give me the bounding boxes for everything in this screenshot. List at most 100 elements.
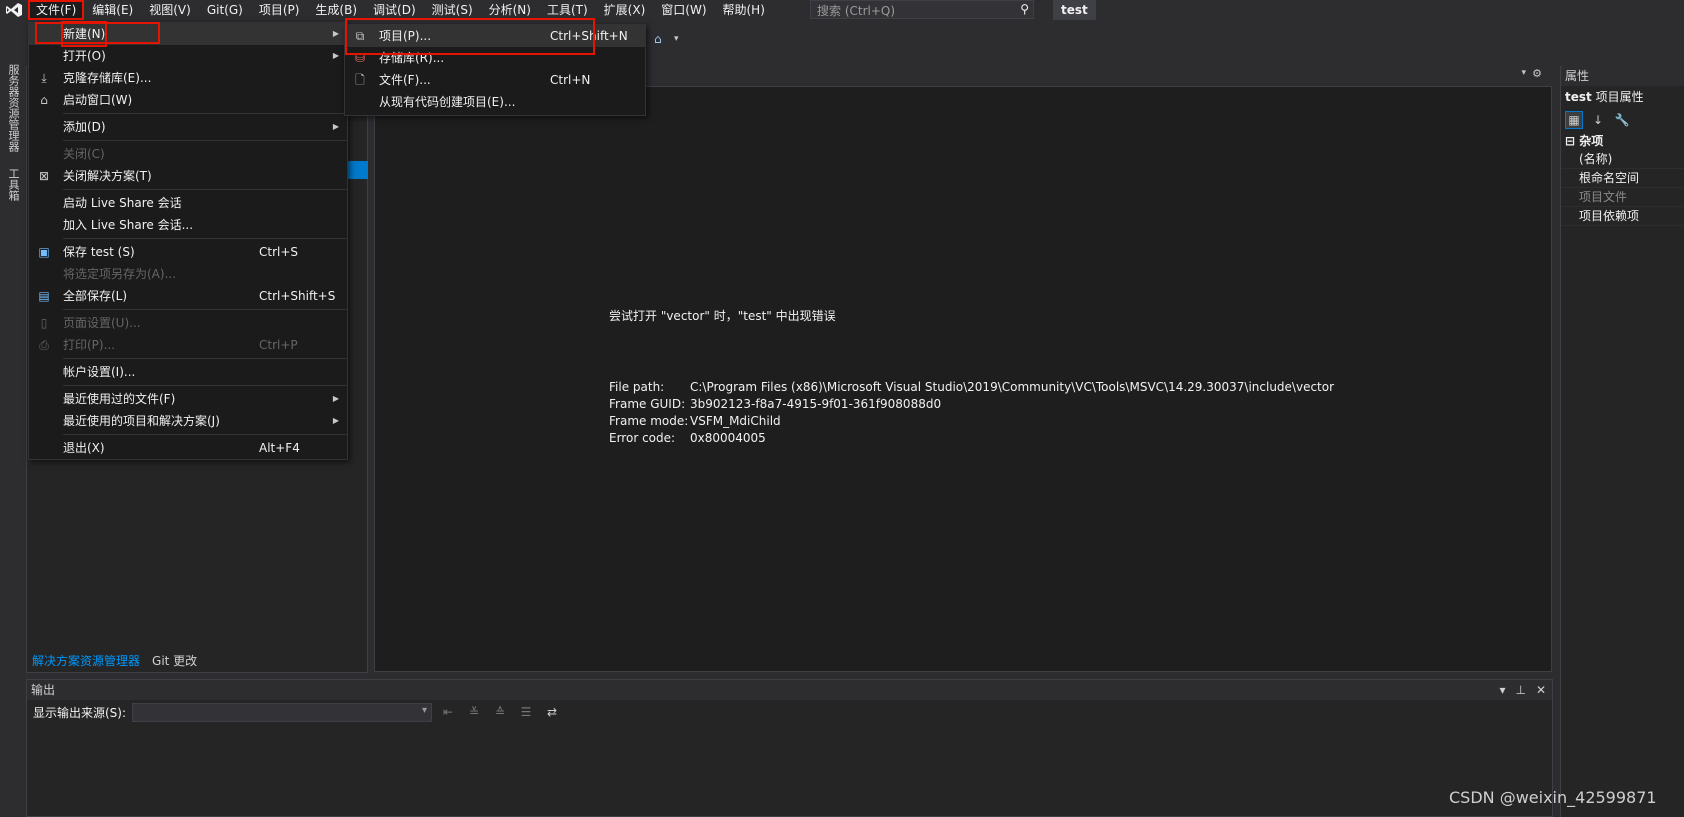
save-icon: ▣	[38, 245, 50, 259]
output-title: 输出	[31, 683, 56, 697]
pin-icon[interactable]: ⊥	[1515, 680, 1525, 700]
menu-build[interactable]: 生成(B)	[307, 0, 365, 20]
menu-item-close[interactable]: 关闭(C)	[29, 143, 347, 165]
go-previous-icon[interactable]: ≚	[464, 703, 484, 721]
new-file-icon: 🗋	[355, 73, 365, 87]
menu-item-page-setup[interactable]: ▯ 页面设置(U)...	[29, 312, 347, 334]
visual-studio-logo-icon[interactable]	[0, 0, 28, 20]
dropdown-icon[interactable]: ▾	[1499, 680, 1505, 700]
tab-solution-explorer[interactable]: 解决方案资源管理器	[26, 650, 146, 670]
menu-item-shortcut: Ctrl+Shift+S	[259, 289, 336, 303]
file-path-label: File path:	[609, 380, 665, 394]
menu-separator	[63, 358, 347, 359]
go-next-icon[interactable]: ≙	[490, 703, 510, 721]
save-all-icon: ▤	[38, 289, 50, 303]
menu-item-start-live-share[interactable]: 启动 Live Share 会话	[29, 192, 347, 214]
menu-view[interactable]: 视图(V)	[141, 0, 199, 20]
menu-separator	[63, 385, 347, 386]
toolbox-tab[interactable]: 工具箱	[5, 168, 21, 201]
menu-items: 文件(F) 编辑(E) 视图(V) Git(G) 项目(P) 生成(B) 调试(…	[28, 0, 773, 20]
menu-window[interactable]: 窗口(W)	[653, 0, 714, 20]
categorized-icon[interactable]: ▦	[1565, 111, 1583, 129]
menu-item-save-as[interactable]: 将选定项另存为(A)...	[29, 263, 347, 285]
search-icon[interactable]: ⚲	[1020, 2, 1029, 16]
menu-item-label: 全部保存(L)	[63, 289, 128, 303]
menu-item-clone-repo[interactable]: ⤓ 克隆存储库(E)...	[29, 67, 347, 89]
menu-item-label: 添加(D)	[63, 120, 106, 134]
menu-item-recent-files[interactable]: 最近使用过的文件(F) ▶	[29, 388, 347, 410]
menu-git[interactable]: Git(G)	[199, 0, 251, 20]
menu-item-new-file[interactable]: 🗋 文件(F)... Ctrl+N	[345, 69, 645, 91]
menu-item-save[interactable]: ▣ 保存 test (S) Ctrl+S	[29, 241, 347, 263]
menu-item-open[interactable]: 打开(O) ▶	[29, 45, 347, 67]
menu-item-label: 从现有代码创建项目(E)...	[379, 95, 516, 109]
error-row-frame-mode: Frame mode: VSFM_MdiChild	[609, 413, 1334, 430]
menu-item-recent-projects[interactable]: 最近使用的项目和解决方案(J) ▶	[29, 410, 347, 432]
menu-analyze[interactable]: 分析(N)	[481, 0, 539, 20]
highlight-box-new-project	[345, 18, 595, 55]
menu-separator	[63, 140, 347, 141]
solution-selected-row[interactable]	[348, 161, 368, 179]
menu-item-label: 克隆存储库(E)...	[63, 71, 152, 85]
menu-item-join-live-share[interactable]: 加入 Live Share 会话...	[29, 214, 347, 236]
left-tool-strip: 服务器资源管理器 工具箱	[0, 56, 24, 817]
property-row[interactable]: 项目依赖项	[1561, 207, 1684, 226]
menu-item-print[interactable]: ⎙ 打印(P)... Ctrl+P	[29, 334, 347, 356]
menu-tools[interactable]: 工具(T)	[539, 0, 596, 20]
menu-item-label: 关闭解决方案(T)	[63, 169, 152, 183]
tab-git-changes[interactable]: Git 更改	[146, 650, 203, 670]
find-message-icon[interactable]: ⇤	[438, 703, 458, 721]
clone-icon: ⤓	[41, 71, 47, 85]
menu-item-add[interactable]: 添加(D) ▶	[29, 116, 347, 138]
property-row[interactable]: (名称)	[1561, 150, 1684, 169]
error-row-file-path: File path: C:\Program Files (x86)\Micros…	[609, 379, 1334, 396]
chevron-down-icon: ▾	[422, 704, 428, 716]
property-pages-icon[interactable]: 🔧	[1613, 111, 1631, 129]
menu-item-label: 文件(F)...	[379, 73, 431, 87]
highlight-box-new	[35, 22, 160, 44]
frame-guid-value: 3b902123-f8a7-4915-9f01-361f908088d0	[690, 397, 942, 411]
menu-test[interactable]: 测试(S)	[424, 0, 481, 20]
menu-item-label: 关闭(C)	[63, 147, 105, 161]
submenu-arrow-icon: ▶	[332, 394, 339, 403]
menu-debug[interactable]: 调试(D)	[365, 0, 424, 20]
menu-item-save-all[interactable]: ▤ 全部保存(L) Ctrl+Shift+S	[29, 285, 347, 307]
menu-item-close-solution[interactable]: ⊠ 关闭解决方案(T)	[29, 165, 347, 187]
properties-title: test 项目属性	[1561, 86, 1684, 108]
alphabetical-icon[interactable]: ↓	[1589, 111, 1607, 129]
error-row-frame-guid: Frame GUID: 3b902123-f8a7-4915-9f01-361f…	[609, 396, 1334, 413]
menu-extensions[interactable]: 扩展(X)	[596, 0, 654, 20]
word-wrap-icon[interactable]: ⇄	[542, 703, 562, 721]
menu-item-label: 启动窗口(W)	[63, 93, 133, 107]
menu-edit[interactable]: 编辑(E)	[84, 0, 141, 20]
error-row-error-code: Error code: 0x80004005	[609, 430, 1334, 447]
menu-separator	[63, 238, 347, 239]
property-row[interactable]: 根命名空间	[1561, 169, 1684, 188]
close-icon[interactable]: ✕	[1536, 680, 1546, 700]
menu-separator	[63, 113, 347, 114]
search-input[interactable]: 搜索 (Ctrl+Q) ⚲	[810, 0, 1034, 19]
menu-item-exit[interactable]: 退出(X) Alt+F4	[29, 437, 347, 459]
toolbar-overflow-icon[interactable]: ▾	[674, 34, 679, 44]
menu-project[interactable]: 项目(P)	[251, 0, 308, 20]
close-solution-icon: ⊠	[38, 169, 50, 183]
error-code-label: Error code:	[609, 431, 676, 445]
server-explorer-tab[interactable]: 服务器资源管理器	[5, 64, 21, 152]
home-icon: ⌂	[40, 93, 48, 107]
tab-dropdown-icon[interactable]: ▾	[1521, 68, 1526, 78]
menu-item-start-window[interactable]: ⌂ 启动窗口(W)	[29, 89, 347, 111]
menu-item-account-settings[interactable]: 帐户设置(I)...	[29, 361, 347, 383]
menu-help[interactable]: 帮助(H)	[715, 0, 773, 20]
menu-item-project-from-existing[interactable]: 从现有代码创建项目(E)...	[345, 91, 645, 113]
menu-bar: 文件(F) 编辑(E) 视图(V) Git(G) 项目(P) 生成(B) 调试(…	[0, 0, 1684, 20]
property-row[interactable]: 项目文件	[1561, 188, 1684, 207]
output-source-select[interactable]: ▾	[132, 702, 433, 722]
error-title: 尝试打开 "vector" 时，"test" 中出现错误	[609, 309, 836, 323]
menu-item-label: 加入 Live Share 会话...	[63, 218, 194, 232]
menu-file[interactable]: 文件(F)	[28, 0, 85, 20]
tab-settings-icon[interactable]: ⚙	[1532, 67, 1542, 80]
file-path-value: C:\Program Files (x86)\Microsoft Visual …	[690, 380, 1335, 394]
properties-category[interactable]: ⊟ 杂项	[1561, 132, 1684, 150]
clear-all-icon[interactable]: ☰	[516, 703, 536, 721]
toolbar-home-icon[interactable]: ⌂	[654, 32, 662, 46]
